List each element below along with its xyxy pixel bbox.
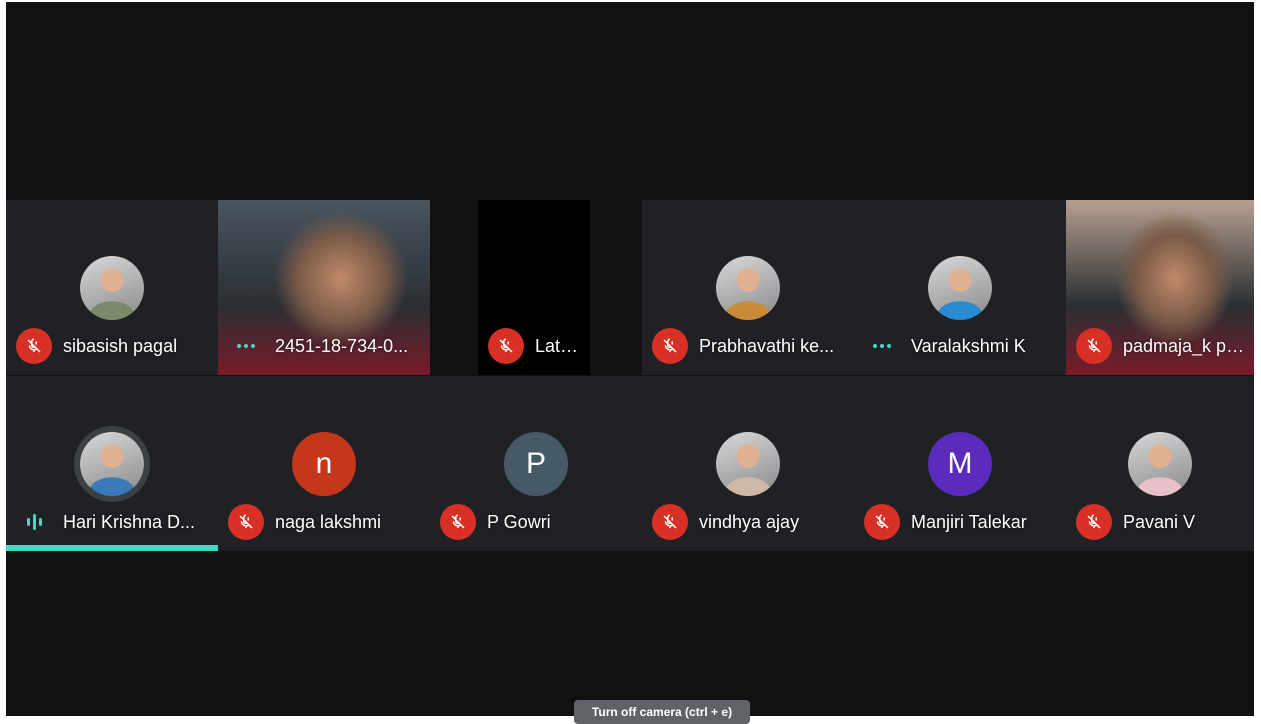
participant-tile[interactable]: Latha N [478,200,590,375]
participant-avatar: M [928,432,992,496]
participant-tile[interactable]: Prabhavathi ke... [642,200,854,375]
participant-name: Pavani V [1123,511,1196,532]
participant-tile[interactable]: Varalakshmi K [854,200,1066,375]
mic-off-icon [488,328,524,364]
participant-name-row: Varalakshmi K [864,331,1060,361]
participant-avatar [80,256,144,320]
mic-off-icon [1076,504,1112,540]
participant-name: 2451-18-734-0... [275,335,409,356]
participant-name-row: Prabhavathi ke... [652,328,848,364]
participant-tile[interactable]: n naga lakshmi [218,376,430,551]
participant-name-row: naga lakshmi [228,504,424,540]
participant-name: sibasish pagal [63,335,178,356]
participant-tile[interactable]: P P Gowri [430,376,642,551]
participant-name-row: padmaja_k pa... [1076,328,1248,364]
participant-avatar [80,432,144,496]
participant-avatar: P [504,432,568,496]
participant-name-row: Latha N [488,328,584,364]
participant-name: Varalakshmi K [911,335,1026,356]
participant-avatar [1128,432,1192,496]
participant-name-row: P Gowri [440,504,636,540]
participant-name: padmaja_k pa... [1123,335,1248,356]
participant-name-row: Hari Krishna D... [16,507,212,537]
audio-activity-dots-icon [864,344,900,348]
participant-name: Latha N [535,335,584,356]
participant-name: P Gowri [487,511,551,532]
participant-name-row: sibasish pagal [16,328,212,364]
participant-tile[interactable]: M Manjiri Talekar [854,376,1066,551]
participant-avatar: n [292,432,356,496]
participant-tile[interactable]: sibasish pagal [6,200,218,375]
participant-name: Manjiri Talekar [911,511,1027,532]
participant-grid: sibasish pagal 2451-18-734-0... Latha N Pra… [6,200,1254,552]
mic-off-icon [16,328,52,364]
participant-tile[interactable]: padmaja_k pa... [1066,200,1254,375]
participant-tile[interactable]: Pavani V [1066,376,1254,551]
participant-avatar [928,256,992,320]
speaking-icon [16,514,52,530]
participant-name-row: 2451-18-734-0... [228,331,424,361]
meeting-stage: sibasish pagal 2451-18-734-0... Latha N Pra… [6,2,1254,716]
participant-name: Prabhavathi ke... [699,335,835,356]
audio-activity-dots-icon [228,344,264,348]
participant-name-row: Pavani V [1076,504,1248,540]
participant-avatar [716,432,780,496]
participant-name: Hari Krishna D... [63,511,196,532]
participant-name-row: vindhya ajay [652,504,848,540]
participant-tile[interactable]: vindhya ajay [642,376,854,551]
mic-off-icon [1076,328,1112,364]
mic-off-icon [440,504,476,540]
participant-tile[interactable]: Hari Krishna D... [6,376,218,551]
mic-off-icon [228,504,264,540]
participant-name: naga lakshmi [275,511,382,532]
mic-off-icon [864,504,900,540]
camera-tooltip: Turn off camera (ctrl + e) [574,700,750,724]
participant-name: vindhya ajay [699,511,800,532]
participant-tile[interactable]: 2451-18-734-0... [218,200,430,375]
mic-off-icon [652,328,688,364]
participant-name-row: Manjiri Talekar [864,504,1060,540]
active-speaker-bar [6,545,218,551]
mic-off-icon [652,504,688,540]
participant-avatar [716,256,780,320]
